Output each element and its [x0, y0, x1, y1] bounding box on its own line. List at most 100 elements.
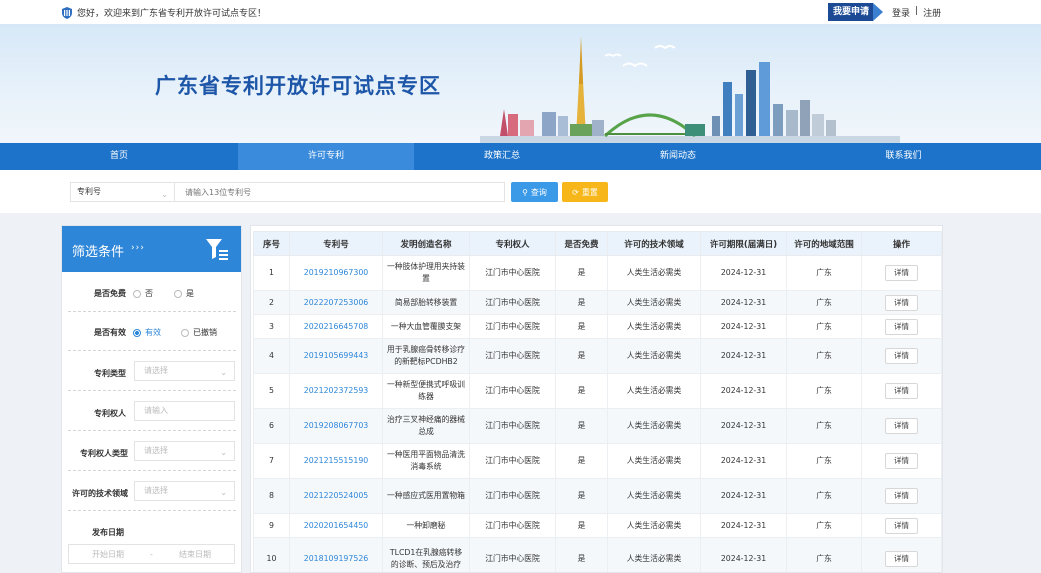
cell-owner: 江门市中心医院 — [469, 338, 556, 374]
login-link[interactable]: 登录 — [892, 6, 910, 19]
radio-circle — [174, 289, 182, 298]
cell-free: 是 — [555, 408, 608, 444]
col-header: 序号 — [253, 231, 290, 256]
radio-valid-yes[interactable]: 有效 — [133, 327, 161, 338]
cell-free: 是 — [555, 338, 608, 374]
cell-patent-number[interactable]: 2019208067703 — [289, 408, 383, 444]
filter-title: 筛选条件 — [72, 245, 125, 260]
filter-owner-label: 专利权人 — [94, 409, 126, 418]
apply-label: 我要申请 — [828, 3, 874, 21]
search-input[interactable] — [174, 182, 505, 202]
cell-invention-name: 一种医用平面物品清洗消毒系统 — [382, 443, 470, 479]
cell-no: 9 — [253, 513, 290, 538]
cell-patent-number[interactable]: 2019105699443 — [289, 338, 383, 374]
nav-news[interactable]: 新闻动态 — [590, 143, 766, 170]
cell-no: 5 — [253, 373, 290, 409]
apply-button[interactable]: 我要申请 — [828, 3, 884, 21]
detail-button[interactable]: 详情 — [885, 517, 918, 534]
input-placeholder: 请输入 — [144, 406, 168, 415]
table-row: 9 2020201654450 一种卸磨秘 江门市中心医院是人类生活必需类 2024-1… — [253, 513, 942, 538]
radio-valid-revoked[interactable]: 已撤销 — [181, 327, 217, 338]
cell-owner: 江门市中心医院 — [469, 478, 556, 514]
filter-free-row: 是否免费 否 是 — [62, 288, 243, 302]
cell-term: 2024-12-31 — [700, 290, 787, 315]
divider — [68, 350, 236, 351]
owner-input[interactable]: 请输入 — [134, 401, 235, 421]
table-row: 4 2019105699443 用于乳腺癌骨转移诊疗的新靶标PCDHB2 江门市中心医… — [253, 338, 942, 374]
col-header: 许可的地域范围 — [786, 231, 862, 256]
main-nav: 首页 许可专利 政策汇总 新闻动态 联系我们 — [0, 143, 1041, 170]
cell-term: 2024-12-31 — [700, 408, 787, 444]
date-range-picker[interactable]: 开始日期 - 结束日期 — [68, 544, 235, 564]
cell-owner: 江门市中心医院 — [469, 290, 556, 315]
cell-owner: 江门市中心医院 — [469, 255, 556, 291]
cell-invention-name: 一种感应式医用置物箱 — [382, 478, 470, 514]
cell-patent-number[interactable]: 2020201654450 — [289, 513, 383, 538]
cell-patent-number[interactable]: 2020216645708 — [289, 314, 383, 339]
detail-button[interactable]: 详情 — [885, 488, 918, 504]
col-header: 发明创造名称 — [382, 231, 470, 256]
detail-button[interactable]: 详情 — [885, 383, 918, 399]
detail-button[interactable]: 详情 — [885, 453, 918, 469]
cell-free: 是 — [555, 373, 608, 409]
funnel-icon — [206, 239, 228, 260]
cell-region: 广东 — [786, 338, 862, 374]
cell-no: 10 — [253, 537, 290, 572]
cell-invention-name: TLCD1在乳腺癌转移的诊断、预后及治疗 — [382, 537, 470, 572]
cell-action: 详情 — [861, 513, 942, 538]
table-row: 2 2022207253006 简易部胎转移装置 江门市中心医院是人类生活必需类 202… — [253, 290, 942, 315]
cell-region: 广东 — [786, 255, 862, 291]
radio-circle — [181, 328, 189, 337]
nav-licensed-patents[interactable]: 许可专利 — [238, 143, 414, 170]
detail-button[interactable]: 详情 — [885, 318, 918, 335]
detail-button[interactable]: 详情 — [885, 418, 918, 434]
patent-type-select[interactable]: 请选择 ⌄ — [134, 361, 235, 381]
owner-type-select[interactable]: 请选择 ⌄ — [134, 441, 235, 461]
detail-button[interactable]: 详情 — [885, 294, 918, 311]
cell-action: 详情 — [861, 290, 942, 315]
filter-free-label: 是否免费 — [94, 289, 126, 298]
shield-icon — [62, 6, 72, 19]
search-icon: ⚲ — [522, 187, 528, 197]
cell-region: 广东 — [786, 478, 862, 514]
radio-free-no[interactable]: 否 — [133, 288, 153, 299]
auth-links: 登录 | 注册 — [892, 6, 941, 19]
nav-contact[interactable]: 联系我们 — [766, 143, 1041, 170]
table-row: 5 2021202372593 一种新型便携式呼吸训练器 江门市中心医院是人类生活必需… — [253, 373, 942, 409]
query-button[interactable]: ⚲ 查询 — [511, 182, 558, 202]
nav-policy-summary[interactable]: 政策汇总 — [414, 143, 590, 170]
radio-label: 否 — [145, 289, 153, 298]
cell-patent-number[interactable]: 2019210967300 — [289, 255, 383, 291]
radio-free-yes[interactable]: 是 — [174, 288, 194, 299]
cell-invention-name: 简易部胎转移装置 — [382, 290, 470, 315]
filter-owner-type-label: 专利权人类型 — [80, 449, 128, 458]
cell-patent-number[interactable]: 2018109197526 — [289, 537, 383, 572]
cell-tech-field: 人类生活必需类 — [607, 314, 701, 339]
table-row: 1 2019210967300 一种肢体护理用夹持装置 江门市中心医院是人类生活必需类… — [253, 255, 942, 291]
cell-action: 详情 — [861, 408, 942, 444]
cell-patent-number[interactable]: 2021220524005 — [289, 478, 383, 514]
search-type-select[interactable]: 专利号 ⌄ — [70, 182, 174, 202]
cell-patent-number[interactable]: 2021215515190 — [289, 443, 383, 479]
cell-tech-field: 人类生活必需类 — [607, 513, 701, 538]
cell-no: 4 — [253, 338, 290, 374]
cell-patent-number[interactable]: 2022207253006 — [289, 290, 383, 315]
select-placeholder: 请选择 — [144, 486, 168, 495]
register-link[interactable]: 注册 — [923, 6, 941, 19]
divider — [68, 510, 236, 511]
detail-button[interactable]: 详情 — [885, 550, 918, 567]
detail-button[interactable]: 详情 — [885, 348, 918, 364]
tech-field-select[interactable]: 请选择 ⌄ — [134, 481, 235, 501]
nav-home[interactable]: 首页 — [0, 143, 238, 170]
detail-button[interactable]: 详情 — [885, 265, 918, 281]
col-header: 操作 — [861, 231, 942, 256]
divider — [68, 430, 236, 431]
radio-label: 有效 — [145, 328, 161, 337]
cell-patent-number[interactable]: 2021202372593 — [289, 373, 383, 409]
cell-no: 7 — [253, 443, 290, 479]
reset-label: 重置 — [581, 187, 598, 197]
cell-action: 详情 — [861, 478, 942, 514]
filter-panel: 筛选条件 ››› 是否免费 否 是 是否有效 有效 已撤销 专利类型 请选择 ⌄… — [61, 225, 242, 573]
reset-button[interactable]: ⟳ 重置 — [562, 182, 608, 202]
col-header: 许可期限(届满日) — [700, 231, 787, 256]
